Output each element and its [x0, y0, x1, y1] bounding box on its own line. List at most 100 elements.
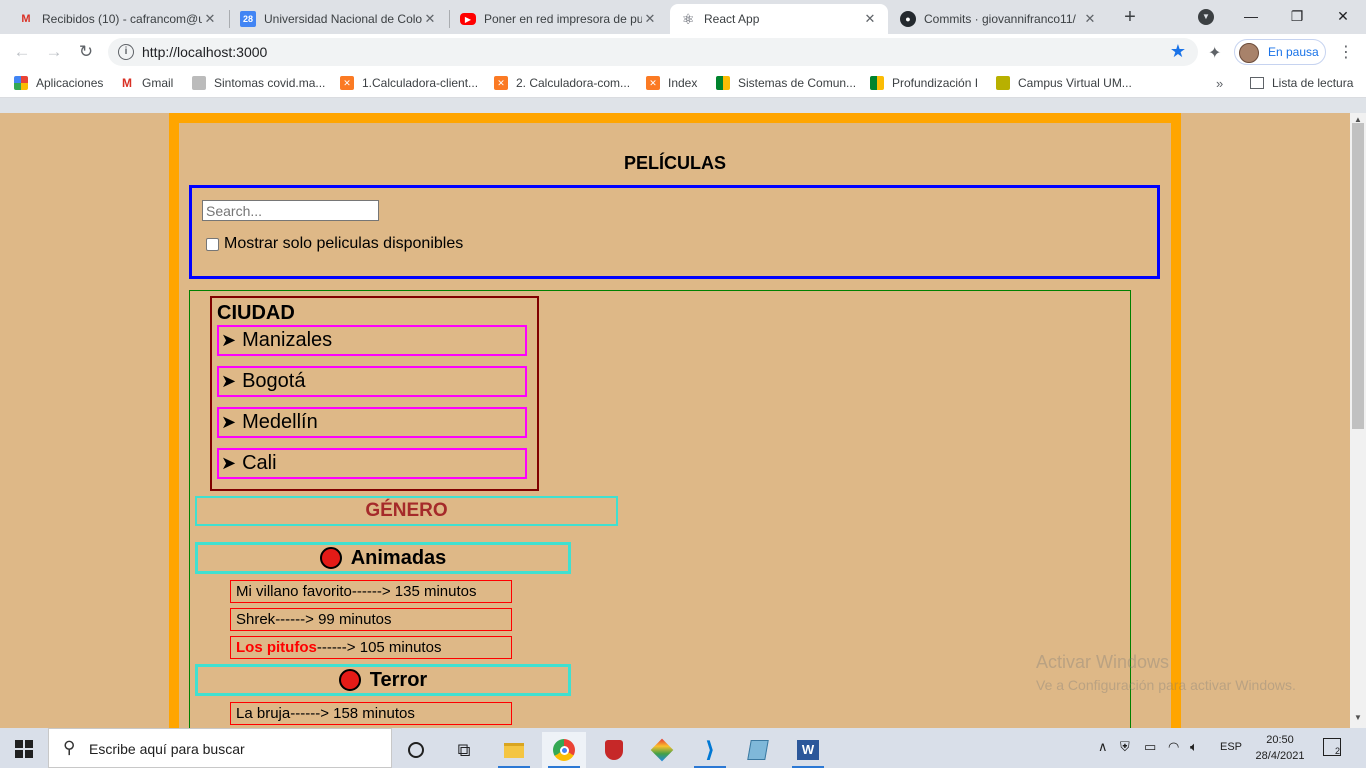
city-heading: CIUDAD: [217, 302, 295, 324]
close-icon[interactable]: ✕: [642, 11, 658, 27]
only-available-toggle[interactable]: Mostrar solo peliculas disponibles: [206, 235, 463, 253]
windows-taskbar: ⚲ Escribe aquí para buscar ⧉ ⟩ W ∧ ⛨ ▭ ◠…: [0, 728, 1366, 768]
tab-youtube[interactable]: ▶ Poner en red impresora de pu ✕: [450, 4, 668, 34]
tab-title: Recibidos (10) - cafrancom@u: [42, 12, 202, 26]
taskbar-search-box[interactable]: ⚲ Escribe aquí para buscar: [48, 728, 392, 768]
reload-button[interactable]: ↻: [74, 40, 98, 64]
task-view-icon[interactable]: ⧉: [442, 732, 486, 768]
notepad-icon[interactable]: [736, 732, 780, 768]
moodle-icon: [996, 76, 1010, 90]
bookmark-sistemas[interactable]: Sistemas de Comun...: [716, 76, 856, 90]
only-available-checkbox[interactable]: [206, 237, 219, 251]
tab-github[interactable]: ● Commits · giovannifranco11/ ✕: [890, 4, 1108, 34]
forward-button[interactable]: →: [42, 40, 66, 64]
tab-universidad[interactable]: 28 Universidad Nacional de Colo ✕: [230, 4, 448, 34]
bookmark-campus[interactable]: Campus Virtual UM...: [996, 76, 1132, 90]
watermark-subtitle: Ve a Configuración para activar Windows.: [1036, 677, 1296, 693]
chrome-icon[interactable]: [542, 732, 586, 768]
bookmark-label: Gmail: [142, 76, 174, 90]
tab-react-app[interactable]: ⚛ React App ✕: [670, 4, 888, 34]
city-name: Cali: [242, 452, 277, 474]
app-container: PELÍCULAS Mostrar solo peliculas disponi…: [169, 113, 1181, 728]
taskbar-search-placeholder: Escribe aquí para buscar: [89, 741, 245, 757]
tray-security-icon[interactable]: ⛨: [1120, 739, 1130, 755]
address-bar[interactable]: i http://localhost:3000 ★: [108, 38, 1198, 66]
bookmark-index[interactable]: ✕ Index: [646, 76, 697, 90]
bookmark-aplicaciones[interactable]: Aplicaciones: [14, 76, 103, 90]
page-viewport: PELÍCULAS Mostrar solo peliculas disponi…: [0, 113, 1350, 728]
vscode-icon[interactable]: ⟩: [688, 732, 732, 768]
bookmark-calculadora-cliente[interactable]: ✕ 1.Calculadora-client...: [340, 76, 478, 90]
window-close-button[interactable]: ✕: [1320, 4, 1366, 28]
arrow-right-icon: ➤: [221, 453, 237, 473]
tab-gmail[interactable]: M Recibidos (10) - cafrancom@u ✕: [8, 4, 228, 34]
gmail-icon: M: [122, 76, 132, 90]
bookmark-calculadora-com[interactable]: ✕ 2. Calculadora-com...: [494, 76, 630, 90]
clock-date: 28/4/2021: [1255, 750, 1305, 762]
youtube-icon: ▶: [460, 13, 476, 25]
reading-list-button[interactable]: Lista de lectura: [1250, 76, 1353, 90]
meet-icon: [716, 76, 730, 90]
browser-toolbar: ← → ↻ i http://localhost:3000 ★ ✦ En pau…: [0, 34, 1366, 70]
city-item-cali[interactable]: ➤ Cali: [217, 448, 527, 479]
wifi-icon[interactable]: ◠: [1168, 739, 1179, 755]
security-shield-icon[interactable]: [592, 732, 636, 768]
genre-name: Animadas: [350, 546, 447, 569]
tray-expand-icon[interactable]: ∧: [1098, 739, 1108, 755]
more-menu-icon[interactable]: ⋮: [1338, 42, 1354, 62]
git-app-icon[interactable]: [640, 732, 684, 768]
notification-count: 2: [1334, 746, 1340, 756]
browser-tab-strip: M Recibidos (10) - cafrancom@u ✕ 28 Univ…: [0, 0, 1366, 34]
scroll-down-icon[interactable]: ▼: [1354, 713, 1362, 722]
city-item-medellin[interactable]: ➤ Medellín: [217, 407, 527, 438]
minimize-button[interactable]: —: [1228, 4, 1274, 28]
movie-title: Mi villano favorito: [236, 583, 352, 600]
vertical-scrollbar[interactable]: ▲ ▼: [1350, 113, 1366, 728]
movie-duration: ------> 158 minutos: [290, 705, 415, 722]
notifications-icon[interactable]: 2: [1323, 738, 1341, 756]
meet-icon: [870, 76, 884, 90]
scrollbar-thumb[interactable]: [1352, 123, 1364, 429]
extensions-icon[interactable]: ✦: [1208, 43, 1221, 63]
tab-search-icon[interactable]: ▼: [1198, 9, 1214, 25]
react-icon: ⚛: [681, 10, 695, 27]
genre-row-terror[interactable]: Terror: [195, 664, 571, 696]
info-icon[interactable]: i: [118, 44, 134, 60]
language-indicator[interactable]: ESP: [1220, 741, 1242, 753]
windows-start-icon[interactable]: [15, 740, 33, 758]
clock-time: 20:50: [1266, 734, 1294, 746]
bookmark-star-icon[interactable]: ★: [1170, 41, 1186, 62]
genre-name: Terror: [369, 668, 428, 691]
bookmarks-overflow-icon[interactable]: »: [1216, 76, 1223, 91]
city-name: Bogotá: [242, 370, 306, 392]
bookmark-profundizacion[interactable]: Profundización I: [870, 76, 978, 90]
battery-icon[interactable]: ▭: [1144, 739, 1156, 755]
reading-list-label: Lista de lectura: [1272, 76, 1354, 90]
genre-row-animadas[interactable]: Animadas: [195, 542, 571, 574]
new-tab-button[interactable]: +: [1118, 6, 1142, 30]
city-name: Medellín: [242, 411, 318, 433]
apps-grid-icon: [14, 76, 28, 90]
city-item-manizales[interactable]: ➤ Manizales: [217, 325, 527, 356]
movie-item: Shrek------> 99 minutos: [230, 608, 512, 631]
search-input[interactable]: [202, 200, 379, 221]
word-icon[interactable]: W: [786, 732, 830, 768]
close-icon[interactable]: ✕: [1082, 11, 1098, 27]
profile-button[interactable]: En pausa: [1234, 39, 1326, 65]
close-icon[interactable]: ✕: [862, 11, 878, 27]
close-icon[interactable]: ✕: [422, 11, 438, 27]
back-button[interactable]: ←: [10, 40, 34, 64]
volume-icon[interactable]: 🔈︎: [1190, 739, 1198, 755]
close-icon[interactable]: ✕: [202, 11, 218, 27]
gmail-icon: M: [21, 13, 31, 25]
city-name: Manizales: [242, 329, 333, 351]
city-item-bogota[interactable]: ➤ Bogotá: [217, 366, 527, 397]
taskbar-clock[interactable]: 20:50 28/4/2021: [1252, 732, 1308, 764]
bookmark-gmail[interactable]: M Gmail: [120, 76, 173, 90]
address-url[interactable]: http://localhost:3000: [142, 44, 267, 60]
restore-button[interactable]: ❐: [1274, 4, 1320, 28]
bookmark-sintomas[interactable]: Sintomas covid.ma...: [192, 76, 325, 90]
cortana-icon[interactable]: [394, 732, 438, 768]
search-bar-panel: Mostrar solo peliculas disponibles: [189, 185, 1160, 279]
file-explorer-icon[interactable]: [492, 732, 536, 768]
